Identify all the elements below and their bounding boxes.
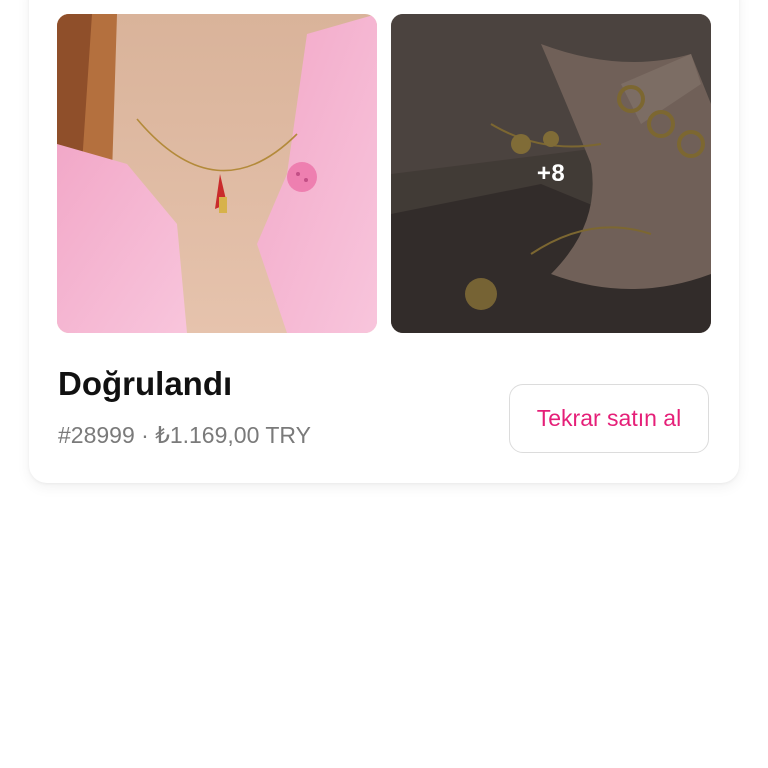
order-number: #28999	[58, 422, 135, 448]
order-price: ₺1.169,00 TRY	[155, 422, 311, 448]
order-meta: #28999 · ₺1.169,00 TRY	[58, 420, 311, 450]
order-status-title: Doğrulandı	[58, 365, 233, 402]
rebuy-button[interactable]: Tekrar satın al	[509, 384, 709, 453]
product-image-1[interactable]	[57, 14, 377, 333]
product-photo-necklace	[57, 14, 377, 333]
meta-separator: ·	[141, 422, 149, 448]
more-images-overlay[interactable]: +8	[391, 14, 711, 333]
more-images-count: +8	[536, 159, 566, 187]
product-image-2[interactable]: +8	[391, 14, 711, 333]
